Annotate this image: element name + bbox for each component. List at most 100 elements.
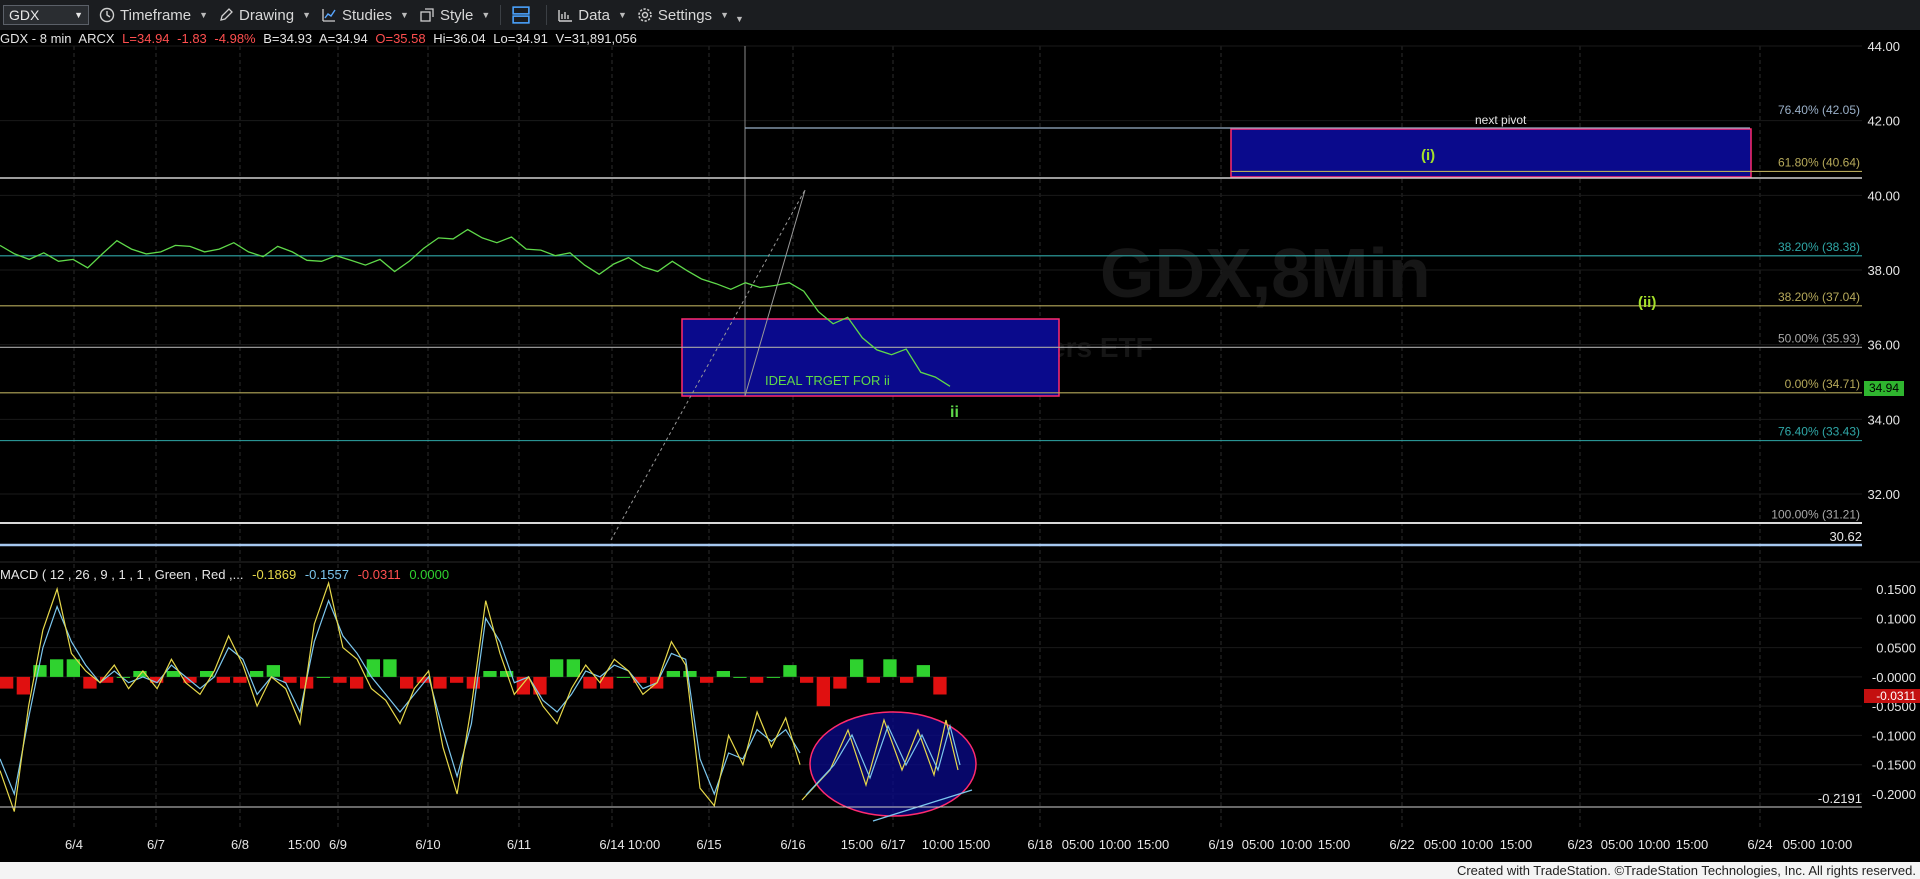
fib-level-label: 76.40% (33.43) (1778, 425, 1860, 439)
macd-hist-bar (800, 676, 814, 683)
x-tick-label: 15:00 (1318, 837, 1351, 852)
x-tick-label: 15:00 (1500, 837, 1533, 852)
macd-hist-bar (483, 671, 497, 677)
x-tick-label: 6/18 (1027, 837, 1052, 852)
macd-hist-bar (616, 676, 630, 678)
macd-hist-bar (316, 676, 330, 678)
macd-hist-bar (666, 671, 680, 677)
level-30-62-label: 30.62 (1829, 529, 1862, 544)
last-price: L=34.94 (122, 31, 170, 46)
wave-ii-label: (ii) (1638, 294, 1656, 311)
x-tick-label: 6/19 (1208, 837, 1233, 852)
footer-credit: Created with TradeStation. ©TradeStation… (0, 862, 1920, 879)
x-tick-label: 6/9 (329, 837, 347, 852)
macd-label: MACD ( 12 , 26 , 9 , 1 , 1 , Green , Red… (0, 567, 244, 582)
x-tick-label: 10:00 (1820, 837, 1853, 852)
x-tick-label: 05:00 (1783, 837, 1816, 852)
fib-level-label: 100.00% (31.21) (1771, 507, 1860, 521)
chart-watermark: GDX,8Min (1100, 234, 1431, 312)
macd-hist-bar (850, 659, 864, 677)
x-tick-label: 6/11 (507, 837, 531, 852)
x-tick-label: 6/14 (599, 837, 624, 852)
x-tick-label: 05:00 (1242, 837, 1275, 852)
bid: B=34.93 (263, 31, 313, 46)
symbol-info-bar: GDX - 8 min ARCX L=34.94 -1.83 -4.98% B=… (0, 31, 641, 49)
fib-level-label: 38.20% (37.04) (1778, 290, 1860, 304)
x-axis: 6/4 6/7 6/8 15:00 6/9 6/10 6/11 6/14 10:00 6/15 6/… (65, 837, 1852, 852)
macd-hist-bar (350, 676, 364, 689)
x-tick-label: 10:00 (1638, 837, 1671, 852)
macd-value-1: -0.1869 (252, 567, 297, 582)
fib-level-label: 76.40% (42.05) (1778, 103, 1860, 117)
x-tick-label: 10:00 (1280, 837, 1313, 852)
macd-hist-bar (0, 676, 14, 689)
fib-level-label: 0.00% (34.71) (1785, 377, 1860, 391)
macd-hist-bar (583, 676, 597, 689)
x-tick-label: 10:00 (922, 837, 955, 852)
macd-hist-bar (883, 659, 897, 677)
macd-hist-bar (400, 676, 414, 689)
macd-hist-bar (683, 671, 697, 677)
symbol-name: GDX - 8 min (0, 31, 72, 46)
net-change: -1.83 (177, 31, 207, 46)
macd-tick-label: 0.0500 (1876, 641, 1916, 656)
macd-tick-label: 0.1500 (1876, 582, 1916, 597)
x-tick-label: 15:00 (841, 837, 874, 852)
macd-hist-bar (750, 676, 764, 683)
volume: V=31,891,056 (555, 31, 637, 46)
price-tick-label: 44.00 (1867, 39, 1900, 54)
x-tick-label: 15:00 (1137, 837, 1170, 852)
x-tick-label: 10:00 (628, 837, 661, 852)
x-tick-label: 6/8 (231, 837, 249, 852)
macd-hist-bar (166, 671, 180, 677)
macd-hist-bar (900, 676, 914, 683)
macd-hist-bar (50, 659, 64, 677)
macd-hist-bar (266, 665, 280, 677)
macd-hist-bar (566, 659, 580, 677)
macd-info-bar: MACD ( 12 , 26 , 9 , 1 , 1 , Green , Red… (0, 567, 454, 583)
x-tick-label: 6/7 (147, 837, 165, 852)
macd-hist-bar (433, 676, 447, 689)
x-tick-label: 05:00 (1601, 837, 1634, 852)
ideal-target-label: IDEAL TRGET FOR ii (765, 373, 890, 388)
macd-hist-bar (450, 676, 464, 683)
macd-hist-bar (383, 659, 397, 677)
macd-hist-bar (333, 676, 347, 683)
macd-hist-bar (816, 676, 830, 707)
last-price-tag-text: 34.94 (1869, 381, 1899, 395)
next-pivot-box[interactable] (1230, 128, 1752, 178)
price-tick-label: 40.00 (1867, 188, 1900, 203)
macd-hist-bar (833, 676, 847, 689)
x-tick-label: 15:00 (288, 837, 321, 852)
macd-tick-label: -0.0000 (1872, 670, 1916, 685)
x-tick-label: 05:00 (1424, 837, 1457, 852)
high: Hi=36.04 (433, 31, 486, 46)
x-tick-label: 10:00 (1099, 837, 1132, 852)
wave-i-label: (i) (1421, 147, 1435, 164)
macd-hist-bar (250, 671, 264, 677)
macd-hist-bar (716, 671, 730, 677)
macd-hist-bar (233, 676, 247, 683)
price-tick-label: 36.00 (1867, 338, 1900, 353)
x-tick-label: 15:00 (1676, 837, 1709, 852)
macd-tick-label: -0.1000 (1872, 728, 1916, 743)
price-tick-label: 34.00 (1867, 412, 1900, 427)
macd-hist-bar (16, 676, 30, 695)
macd-hist-bar (866, 676, 880, 683)
price-tick-label: 42.00 (1867, 114, 1900, 129)
fib-level-label: 61.80% (40.64) (1778, 155, 1860, 169)
macd-hist-bar (366, 659, 380, 677)
macd-hist-bar (216, 676, 230, 683)
ask: A=34.94 (318, 31, 368, 46)
x-tick-label: 10:00 (1461, 837, 1494, 852)
chart-canvas[interactable]: GDX,8Min ers ETF 76.40% (42.05)61.80% (4… (0, 0, 1920, 862)
x-tick-label: 6/10 (415, 837, 440, 852)
open: O=35.58 (375, 31, 426, 46)
x-tick-label: 15:00 (958, 837, 991, 852)
low: Lo=34.91 (493, 31, 548, 46)
macd-hist-bar (550, 659, 564, 677)
x-tick-label: 05:00 (1062, 837, 1095, 852)
x-tick-label: 6/15 (696, 837, 721, 852)
macd-value-4: 0.0000 (409, 567, 450, 582)
pct-change: -4.98% (214, 31, 256, 46)
